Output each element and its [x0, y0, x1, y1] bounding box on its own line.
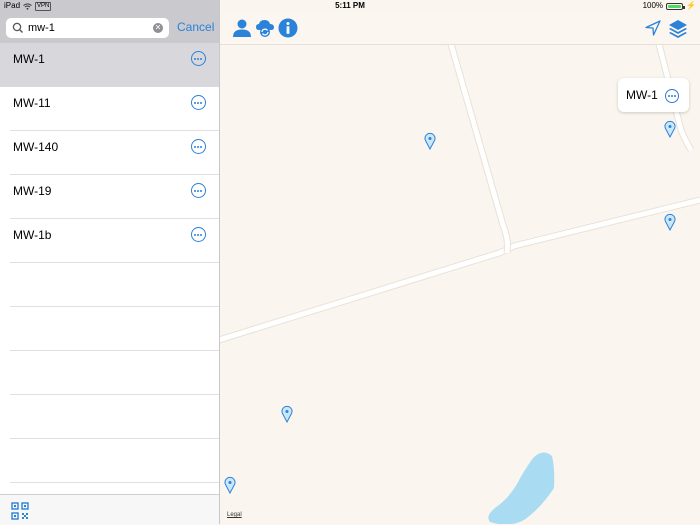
empty-row — [10, 351, 219, 395]
info-icon[interactable] — [278, 18, 298, 38]
sidebar-bottom-bar — [0, 494, 219, 525]
map-pin-icon[interactable] — [224, 476, 236, 494]
map-pin-icon[interactable] — [424, 132, 436, 150]
battery-percent: 100% — [642, 1, 664, 10]
more-icon[interactable] — [665, 89, 679, 103]
cancel-button[interactable]: Cancel — [177, 20, 214, 34]
user-icon[interactable] — [232, 18, 252, 38]
callout-label: MW-1 — [626, 88, 658, 102]
more-icon[interactable] — [191, 227, 206, 242]
status-bar: iPad VPN 5:11 PM 100% ⚡ — [0, 0, 700, 12]
results-list: MW-1 MW-11 MW-140 MW-19 MW-1b — [0, 43, 219, 483]
charging-icon: ⚡ — [686, 1, 696, 10]
location-arrow-icon[interactable] — [643, 18, 663, 38]
list-item[interactable]: MW-11 — [10, 87, 219, 131]
map-pin-icon[interactable] — [281, 405, 293, 423]
list-item[interactable]: MW-1b — [10, 219, 219, 263]
search-input[interactable] — [28, 22, 148, 34]
empty-row — [10, 263, 219, 307]
more-icon[interactable] — [191, 139, 206, 154]
layers-icon[interactable] — [668, 18, 688, 38]
battery-icon — [666, 2, 686, 10]
map-toolbar — [219, 12, 700, 45]
list-item-label: MW-140 — [13, 140, 59, 154]
cloud-sync-icon[interactable] — [255, 18, 275, 38]
list-item[interactable]: MW-19 — [10, 175, 219, 219]
more-icon[interactable] — [191, 95, 206, 110]
empty-row — [10, 307, 219, 351]
clear-icon[interactable]: ✕ — [153, 23, 163, 33]
list-item-label: MW-11 — [13, 96, 51, 110]
qr-code-icon[interactable] — [11, 502, 29, 520]
status-time: 5:11 PM — [335, 1, 365, 10]
more-icon[interactable] — [191, 51, 206, 66]
list-item[interactable]: MW-140 — [10, 131, 219, 175]
legal-link[interactable]: Legal — [227, 512, 242, 518]
map-pin-icon[interactable] — [664, 213, 676, 231]
more-icon[interactable] — [191, 183, 206, 198]
empty-row — [10, 395, 219, 439]
empty-row — [10, 439, 219, 483]
map-pin-icon[interactable] — [664, 120, 676, 138]
list-item-label: MW-1b — [13, 228, 52, 242]
map-callout[interactable]: MW-1 — [618, 78, 689, 112]
search-icon — [12, 22, 23, 33]
list-item-label: MW-19 — [13, 184, 52, 198]
sidebar: ✕ Cancel MW-1 MW-11 MW-140 MW-19 MW-1b — [0, 0, 220, 525]
list-item[interactable]: MW-1 — [0, 43, 219, 87]
search-field[interactable]: ✕ — [6, 18, 169, 38]
list-item-label: MW-1 — [13, 52, 45, 66]
